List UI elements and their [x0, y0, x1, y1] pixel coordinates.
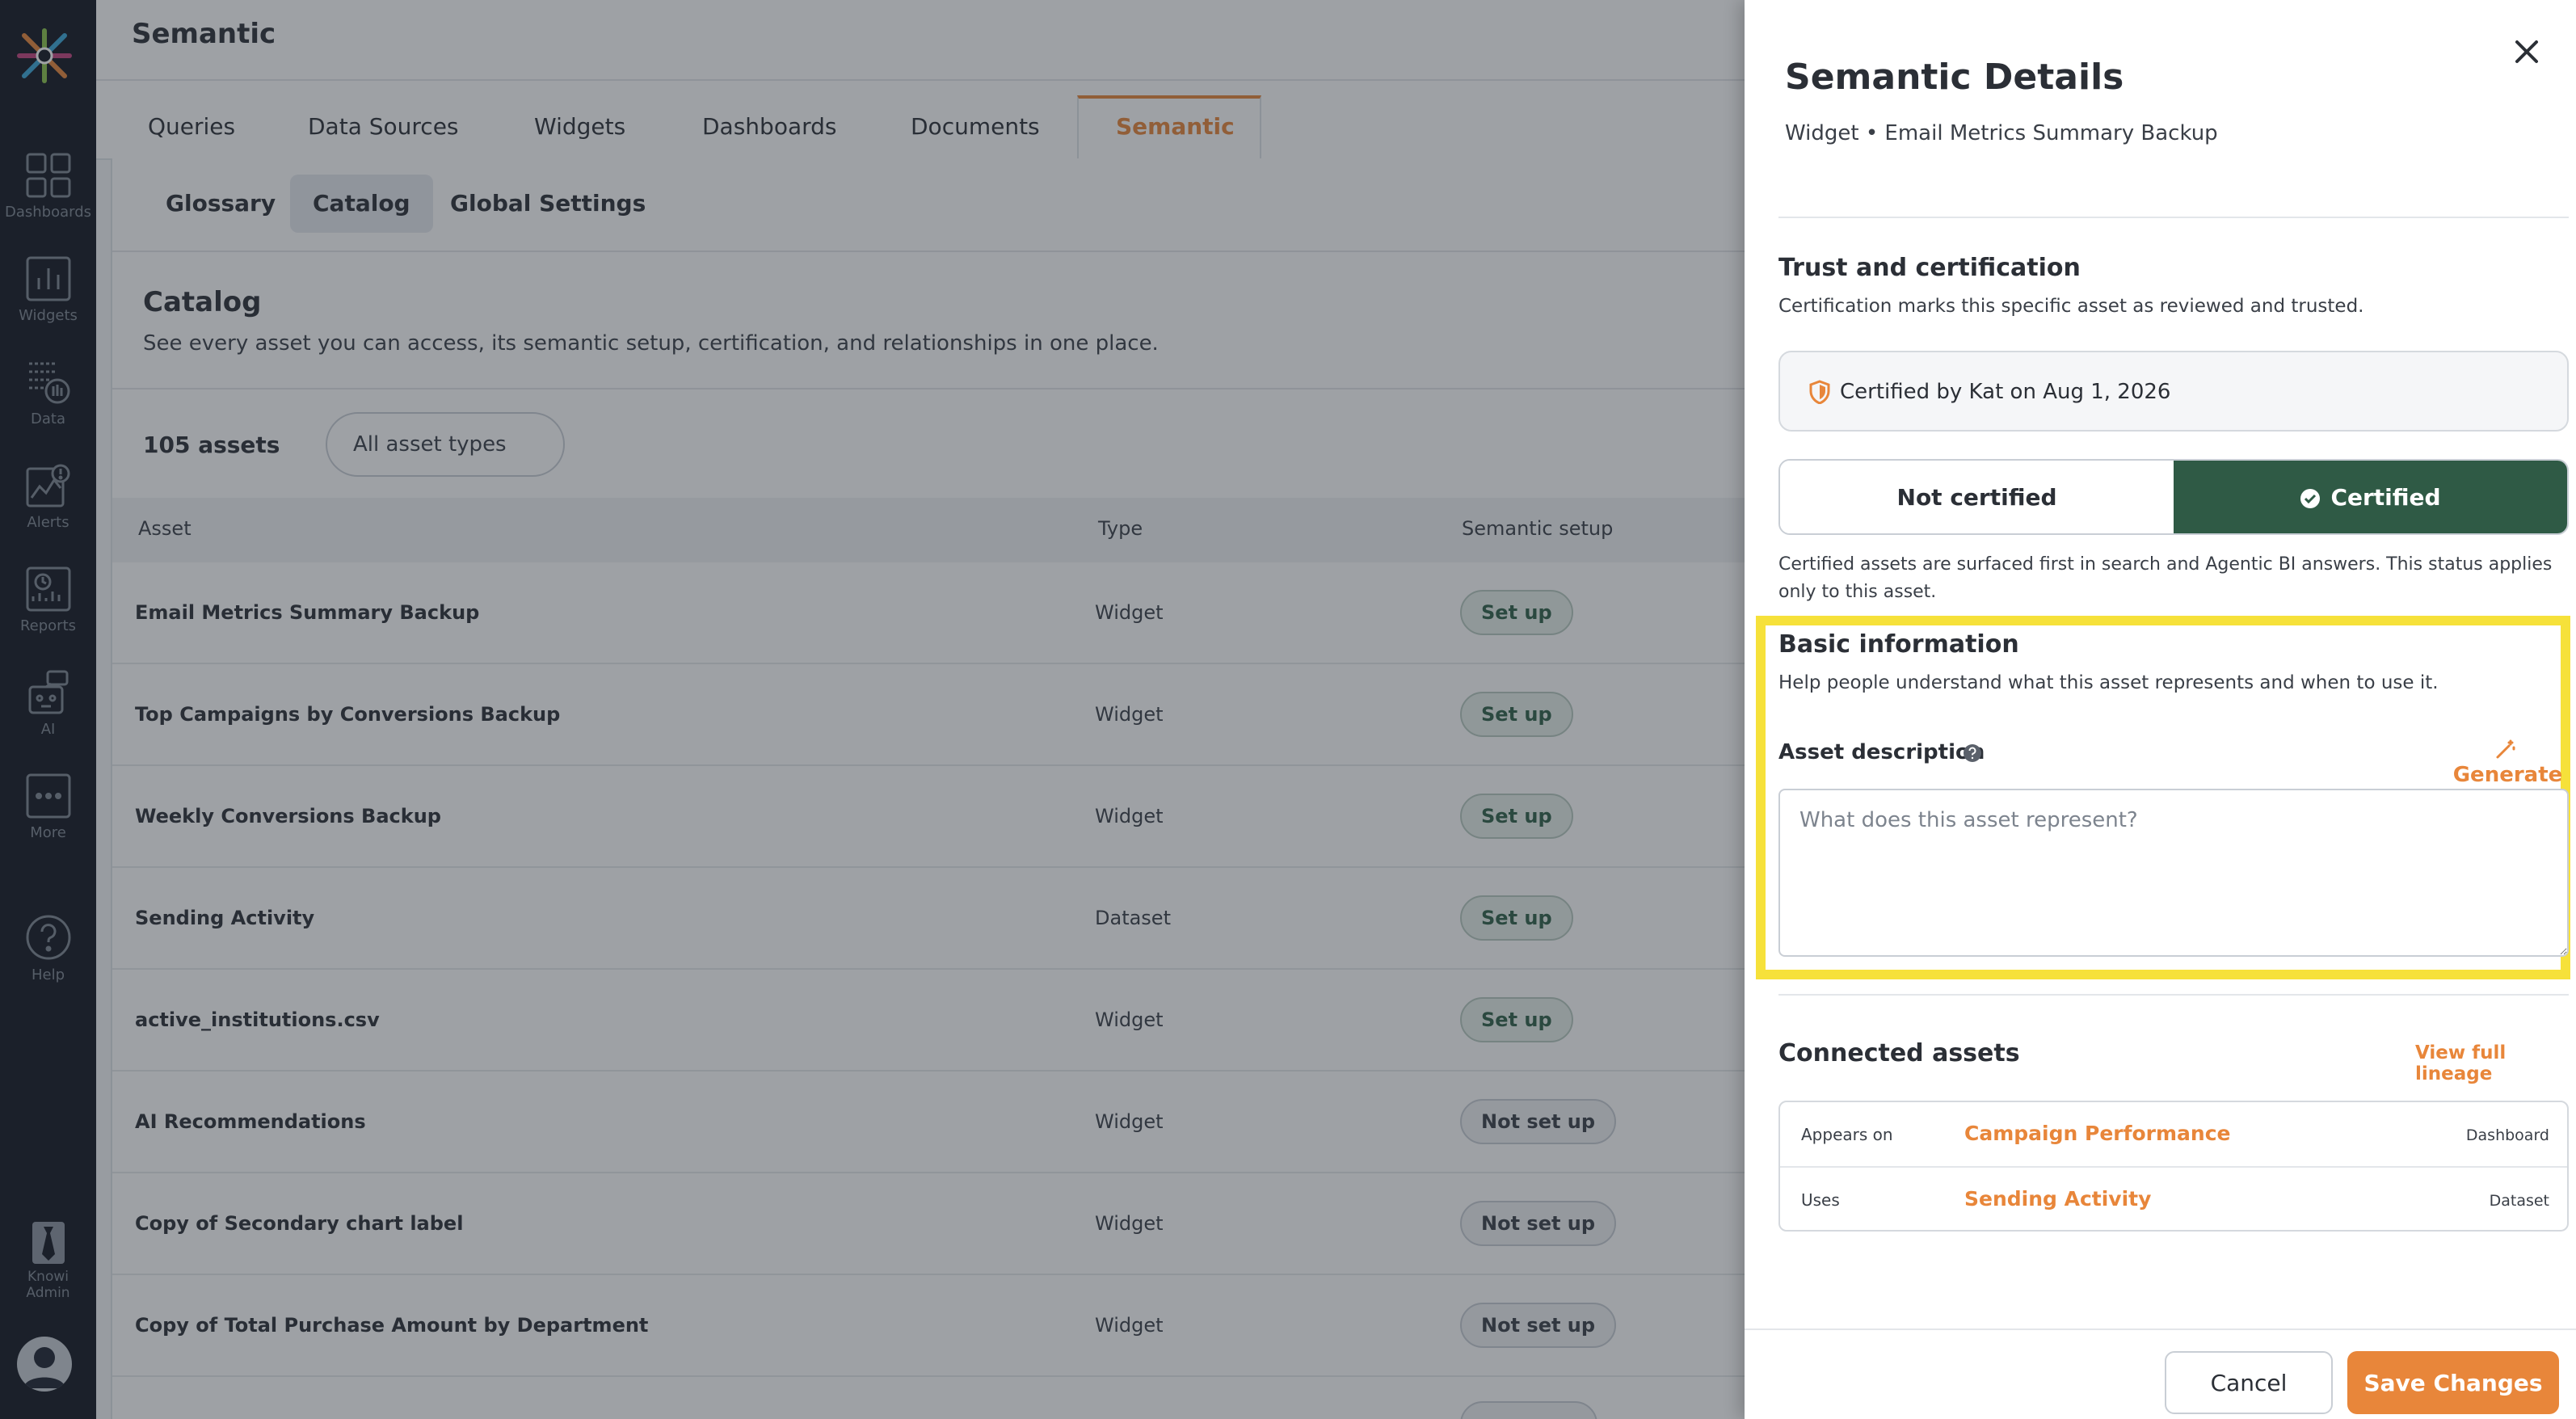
shield-icon — [1809, 380, 1830, 404]
connected-assets-heading: Connected assets — [1778, 1039, 2020, 1067]
magic-wand-icon — [2496, 739, 2515, 759]
asset-description-input[interactable] — [1778, 789, 2569, 957]
view-full-lineage-link[interactable]: View full lineage — [2415, 1042, 2576, 1084]
relation-label: Appears on — [1801, 1125, 1893, 1144]
divider — [1778, 994, 2569, 996]
certification-toggle: Not certified Certified — [1778, 459, 2569, 535]
connected-asset-link[interactable]: Campaign Performance — [1964, 1122, 2230, 1145]
semantic-details-drawer: Semantic Details Widget • Email Metrics … — [1745, 0, 2576, 1419]
close-icon[interactable] — [2511, 36, 2543, 68]
connected-asset-row: Uses Sending Activity Dataset — [1780, 1166, 2567, 1230]
basic-info-heading: Basic information — [1778, 630, 2019, 659]
trust-heading: Trust and certification — [1778, 254, 2081, 282]
generate-label: Generate — [2452, 763, 2563, 787]
certified-by-banner: Certified by Kat on Aug 1, 2026 — [1778, 351, 2569, 432]
not-certified-option[interactable]: Not certified — [1780, 461, 2174, 533]
connected-asset-type: Dashboard — [2465, 1126, 2549, 1144]
not-certified-label: Not certified — [1896, 483, 2057, 511]
basic-info-description: Help people understand what this asset r… — [1778, 672, 2439, 693]
drawer-footer: Cancel Save Changes — [1745, 1328, 2576, 1419]
connected-asset-link[interactable]: Sending Activity — [1964, 1187, 2151, 1211]
relation-label: Uses — [1801, 1190, 1840, 1210]
asset-description-label: Asset description — [1778, 740, 1985, 764]
trust-description: Certification marks this specific asset … — [1778, 296, 2364, 317]
save-changes-button[interactable]: Save Changes — [2347, 1351, 2559, 1414]
certified-label: Certified — [2330, 483, 2441, 511]
connected-assets-table: Appears on Campaign Performance Dashboar… — [1778, 1101, 2569, 1232]
certified-option[interactable]: Certified — [2174, 461, 2567, 533]
certified-by-text: Certified by Kat on Aug 1, 2026 — [1840, 380, 2171, 404]
question-icon[interactable] — [1963, 743, 1982, 763]
drawer-subtitle: Widget • Email Metrics Summary Backup — [1785, 121, 2218, 145]
connected-asset-type: Dataset — [2489, 1192, 2549, 1210]
certification-note: Certified assets are surfaced first in s… — [1778, 554, 2553, 602]
check-circle-icon — [2300, 488, 2321, 508]
divider — [1778, 217, 2569, 218]
cancel-button[interactable]: Cancel — [2165, 1351, 2333, 1414]
connected-asset-row: Appears on Campaign Performance Dashboar… — [1780, 1102, 2567, 1166]
generate-button[interactable]: Generate — [2439, 739, 2576, 787]
modal-overlay[interactable] — [0, 0, 1745, 1419]
drawer-title: Semantic Details — [1785, 57, 2124, 98]
